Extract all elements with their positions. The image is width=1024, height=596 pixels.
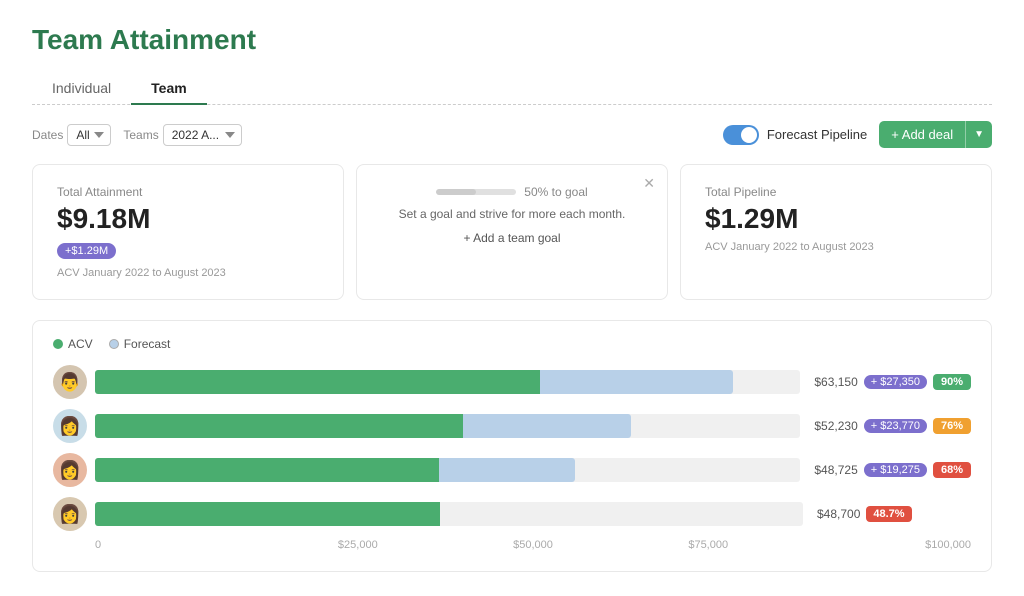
filters-row: Dates All Teams 2022 A... Forecast Pipel… [32,121,992,148]
bar-acv-value: $63,150 [814,375,857,389]
bar-extra-value: + $23,770 [864,419,927,433]
legend-forecast: Forecast [109,337,171,351]
total-attainment-card: Total Attainment $9.18M +$1.29M ACV Janu… [32,164,344,300]
page-wrapper: Team Attainment Individual Team Dates Al… [0,0,1024,596]
goal-description: Set a goal and strive for more each mont… [381,207,643,221]
bar-acv-value: $48,700 [817,507,860,521]
avatar: 👨 [53,365,87,399]
forecast-pipeline-label: Forecast Pipeline [767,127,867,142]
forecast-legend-dot [109,339,119,349]
add-deal-main-label: + Add deal [879,121,966,148]
bar-pct-badge: 76% [933,418,971,434]
avatar: 👩 [53,409,87,443]
tab-team[interactable]: Team [131,72,207,104]
bar-rows-container: 👨 $63,150 + $27,350 90% 👩 $52,230 + $23,… [53,365,971,531]
x-axis-label: $50,000 [445,539,620,551]
forecast-pipeline-toggle[interactable] [723,125,759,145]
goal-pct-text: 50% to goal [524,185,587,199]
bar-row: 👩 $48,700 48.7% [53,497,971,531]
tabs-bar: Individual Team [32,72,992,105]
add-deal-button[interactable]: + Add deal ▼ [879,121,992,148]
cards-row: Total Attainment $9.18M +$1.29M ACV Janu… [32,164,992,300]
avatar: 👩 [53,497,87,531]
x-axis: 0$25,000$50,000$75,000$100,000 [53,539,971,551]
goal-card: ✕ 50% to goal Set a goal and strive for … [356,164,668,300]
forecast-legend-label: Forecast [124,337,171,351]
goal-bar-container: 50% to goal [381,185,643,199]
bar-row-right: $48,700 48.7% [811,506,971,522]
acv-legend-dot [53,339,63,349]
total-pipeline-label: Total Pipeline [705,185,967,199]
bar-row-right: $48,725 + $19,275 68% [808,462,971,478]
total-attainment-badge: +$1.29M [57,243,116,259]
legend-acv: ACV [53,337,93,351]
bar-row-right: $63,150 + $27,350 90% [808,374,971,390]
bar-forecast-fill [463,414,631,438]
teams-label: Teams [123,128,158,142]
bar-pct-badge: 48.7% [866,506,911,522]
x-axis-label: $75,000 [621,539,796,551]
teams-filter-group: Teams 2022 A... [123,124,241,146]
bar-extra-value: + $27,350 [864,375,927,389]
bar-row: 👩 $52,230 + $23,770 76% [53,409,971,443]
total-attainment-label: Total Attainment [57,185,319,199]
bar-acv-fill [95,370,540,394]
bar-track [95,502,803,526]
bar-acv-fill [95,414,463,438]
total-pipeline-value: $1.29M [705,203,967,235]
bar-pct-badge: 68% [933,462,971,478]
bar-acv-value: $48,725 [814,463,857,477]
tab-individual[interactable]: Individual [32,72,131,104]
bar-acv-fill [95,502,440,526]
total-attainment-value: $9.18M [57,203,319,235]
dates-select[interactable]: All [67,124,111,146]
forecast-toggle-group: Forecast Pipeline [723,125,867,145]
add-deal-caret-icon[interactable]: ▼ [966,123,992,146]
bar-row-right: $52,230 + $23,770 76% [808,418,971,434]
bar-track [95,370,800,394]
teams-select[interactable]: 2022 A... [163,124,242,146]
bar-forecast-fill [540,370,733,394]
bar-track [95,414,800,438]
bar-acv-fill [95,458,439,482]
bar-row: 👩 $48,725 + $19,275 68% [53,453,971,487]
dates-filter-group: Dates All [32,124,111,146]
dates-label: Dates [32,128,63,142]
bar-row: 👨 $63,150 + $27,350 90% [53,365,971,399]
bar-acv-value: $52,230 [814,419,857,433]
goal-bar-fill [436,189,476,195]
x-axis-label: 0 [95,539,270,551]
bar-forecast-fill [439,458,575,482]
x-axis-label: $100,000 [796,539,971,551]
goal-bar-track [436,189,516,195]
bar-extra-value: + $19,275 [864,463,927,477]
chart-section: ACV Forecast 👨 $63,150 + $27,350 90% 👩 $… [32,320,992,572]
chart-legend: ACV Forecast [53,337,971,351]
total-pipeline-sub: ACV January 2022 to August 2023 [705,241,967,253]
bar-track [95,458,800,482]
total-pipeline-card: Total Pipeline $1.29M ACV January 2022 t… [680,164,992,300]
total-attainment-sub: ACV January 2022 to August 2023 [57,267,319,279]
avatar: 👩 [53,453,87,487]
bar-pct-badge: 90% [933,374,971,390]
add-team-goal-link[interactable]: + Add a team goal [381,231,643,245]
acv-legend-label: ACV [68,337,93,351]
x-axis-label: $25,000 [270,539,445,551]
goal-card-close-icon[interactable]: ✕ [643,175,655,192]
page-title: Team Attainment [32,24,992,56]
